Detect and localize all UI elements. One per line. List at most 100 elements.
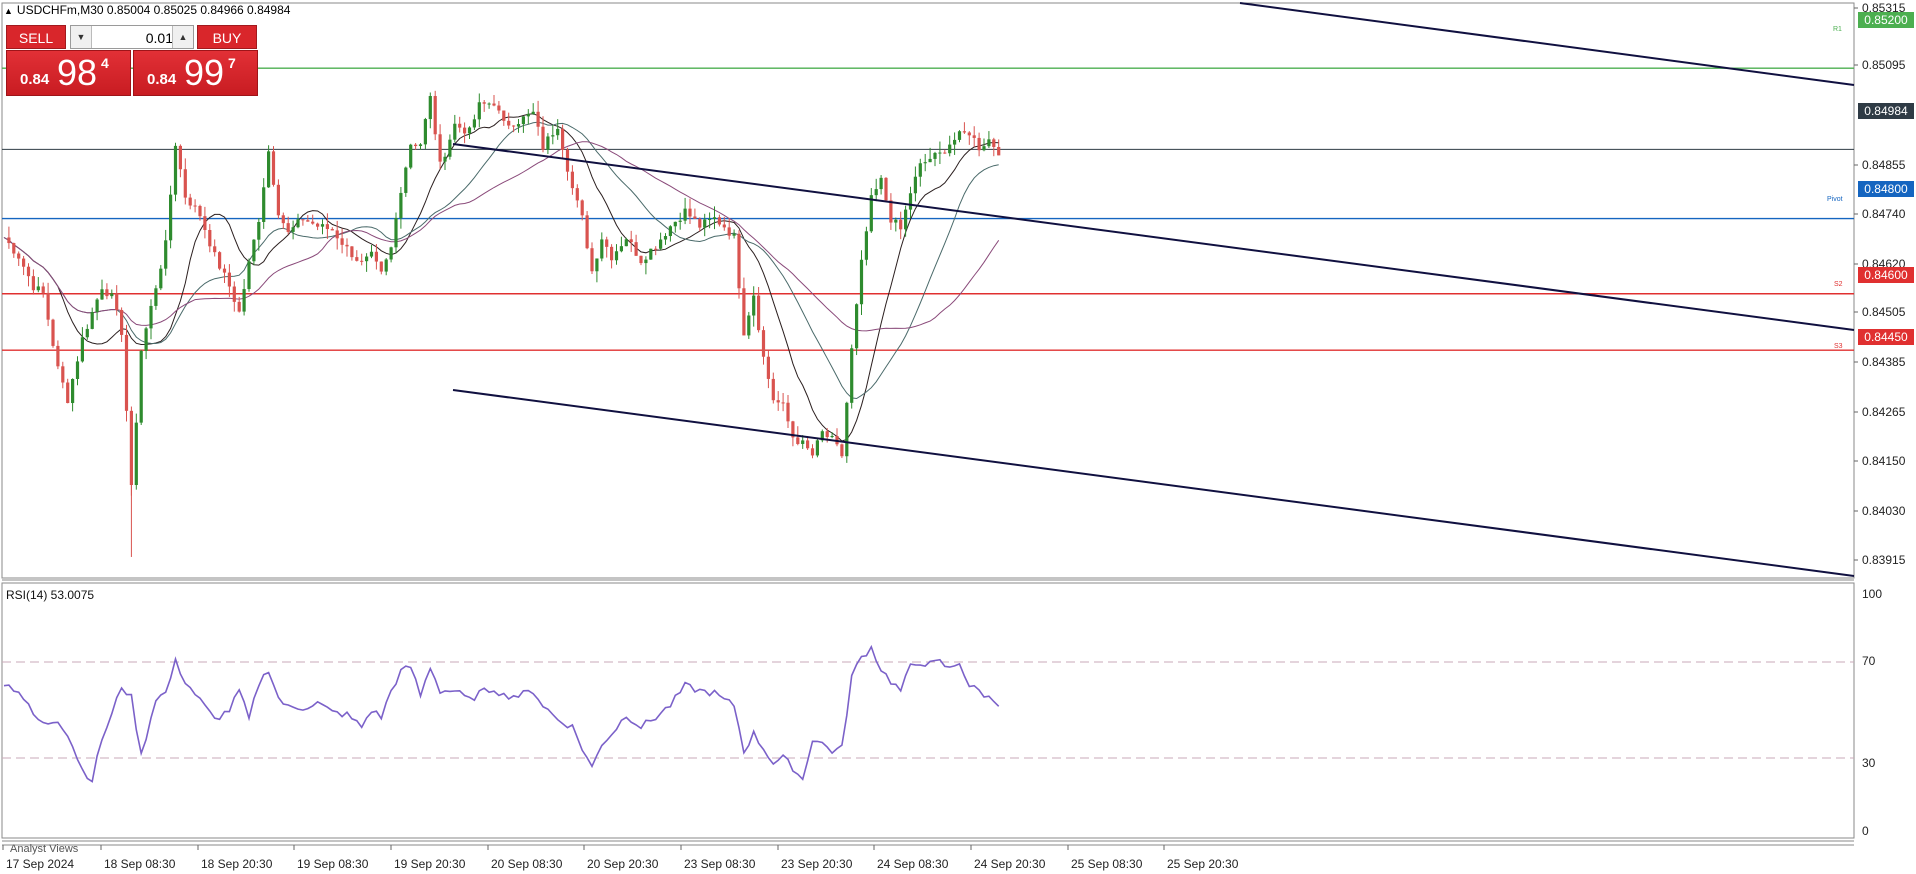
y-tick-label: 0.84740 — [1862, 207, 1906, 221]
candle-body — [556, 128, 560, 136]
candle-body — [252, 239, 256, 262]
symbol-info: ▲ USDCHFm,M30 0.85004 0.85025 0.84966 0.8… — [4, 3, 290, 17]
candle-body — [482, 102, 486, 104]
sell-price-box[interactable]: 0.84 98 4 — [6, 50, 131, 96]
lot-size-input[interactable] — [93, 28, 175, 48]
candle-body — [281, 215, 285, 224]
sell-button[interactable]: SELL — [6, 25, 66, 49]
x-tick-label: 18 Sep 20:30 — [201, 857, 273, 871]
candle-body — [502, 110, 506, 121]
candle-body — [742, 288, 746, 336]
candle-body — [840, 444, 844, 457]
candle-body — [962, 131, 966, 133]
x-tick-label: 19 Sep 20:30 — [394, 857, 466, 871]
candle-body — [203, 216, 207, 230]
y-tick-label: 0.84265 — [1862, 405, 1906, 419]
increase-lot-icon[interactable]: ▲ — [172, 26, 193, 48]
candle-body — [208, 229, 212, 247]
candle-body — [536, 111, 540, 127]
candle-body — [198, 205, 202, 217]
candle-body — [433, 96, 437, 135]
candle-body — [374, 251, 378, 262]
candle-body — [193, 205, 197, 207]
candle-body — [776, 400, 780, 403]
candle-body — [654, 248, 658, 250]
sell-price-big: 98 — [57, 52, 98, 93]
candle-body — [232, 286, 236, 302]
candle-body — [953, 139, 957, 145]
candle-body — [933, 152, 937, 159]
x-tick-label: 24 Sep 20:30 — [974, 857, 1046, 871]
candle-body — [139, 350, 143, 423]
candle-body — [286, 223, 290, 232]
buy-price-box[interactable]: 0.84 99 7 — [133, 50, 258, 96]
x-tick-label: 24 Sep 08:30 — [877, 857, 949, 871]
y-tick-label: 0.84030 — [1862, 504, 1906, 518]
chart-canvas[interactable]: 0.853150.850950.848550.847400.846200.845… — [0, 0, 1916, 874]
candle-body — [75, 361, 80, 380]
y-tick-label: 0.83915 — [1862, 553, 1906, 567]
candle-body — [855, 304, 859, 349]
rsi-level-30: 30 — [1862, 756, 1876, 770]
candle-body — [639, 255, 643, 264]
candle-body — [100, 289, 104, 300]
candle-body — [340, 238, 344, 245]
candle-body — [7, 237, 11, 244]
candle-body — [830, 436, 834, 438]
r1-label: R1 — [1833, 26, 1842, 33]
candle-body — [722, 224, 726, 228]
candle-body — [31, 276, 35, 291]
candle-body — [438, 134, 442, 162]
candle-body — [369, 251, 374, 257]
candle-body — [634, 242, 638, 256]
candle-body — [938, 152, 942, 154]
candle-body — [154, 288, 158, 306]
buy-button[interactable]: BUY — [197, 25, 257, 49]
candle-body — [688, 208, 692, 217]
candle-body — [810, 448, 815, 456]
candle-body — [864, 231, 868, 260]
candle-body — [492, 103, 496, 106]
rsi-title: RSI(14) 53.0075 — [6, 588, 95, 602]
candle-body — [311, 221, 315, 224]
r1-price-tag: 0.85200 — [1858, 12, 1914, 28]
candle-body — [218, 252, 222, 269]
candle-body — [541, 126, 545, 150]
candle-body — [463, 127, 467, 134]
candle-body — [908, 193, 913, 210]
candle-body — [144, 328, 148, 351]
candle-body — [663, 236, 668, 240]
candle-body — [350, 246, 354, 258]
candle-body — [815, 440, 819, 456]
candle-body — [786, 402, 790, 422]
candle-body — [389, 247, 393, 260]
candle-body — [712, 217, 717, 220]
lot-size-stepper[interactable]: ▼ ▲ — [70, 25, 194, 49]
candle-body — [124, 334, 129, 411]
candle-body — [85, 328, 89, 338]
candle-body — [149, 305, 153, 329]
candle-body — [629, 239, 633, 243]
candle-body — [477, 102, 481, 120]
pivot-price-tag: 0.84800 — [1858, 181, 1914, 197]
candle-body — [227, 272, 231, 287]
candle-body — [957, 131, 962, 140]
candle-body — [884, 177, 888, 201]
analyst-views-tab[interactable]: Analyst Views — [10, 843, 78, 855]
candle-body — [414, 144, 418, 147]
candle-body — [355, 257, 359, 261]
candle-body — [526, 113, 530, 117]
candle-body — [291, 227, 295, 232]
candle-body — [737, 233, 741, 289]
rsi-level-0: 0 — [1862, 824, 1869, 838]
candle-body — [115, 293, 119, 311]
x-tick-label: 25 Sep 08:30 — [1071, 857, 1143, 871]
candle-body — [619, 246, 623, 252]
decrease-lot-icon[interactable]: ▼ — [71, 26, 92, 48]
candle-body — [600, 239, 604, 259]
candle-body — [22, 258, 26, 267]
candle-body — [904, 209, 908, 230]
candle-body — [173, 145, 178, 195]
candle-body — [673, 221, 677, 227]
collapse-triangle-icon[interactable]: ▲ — [4, 6, 13, 16]
